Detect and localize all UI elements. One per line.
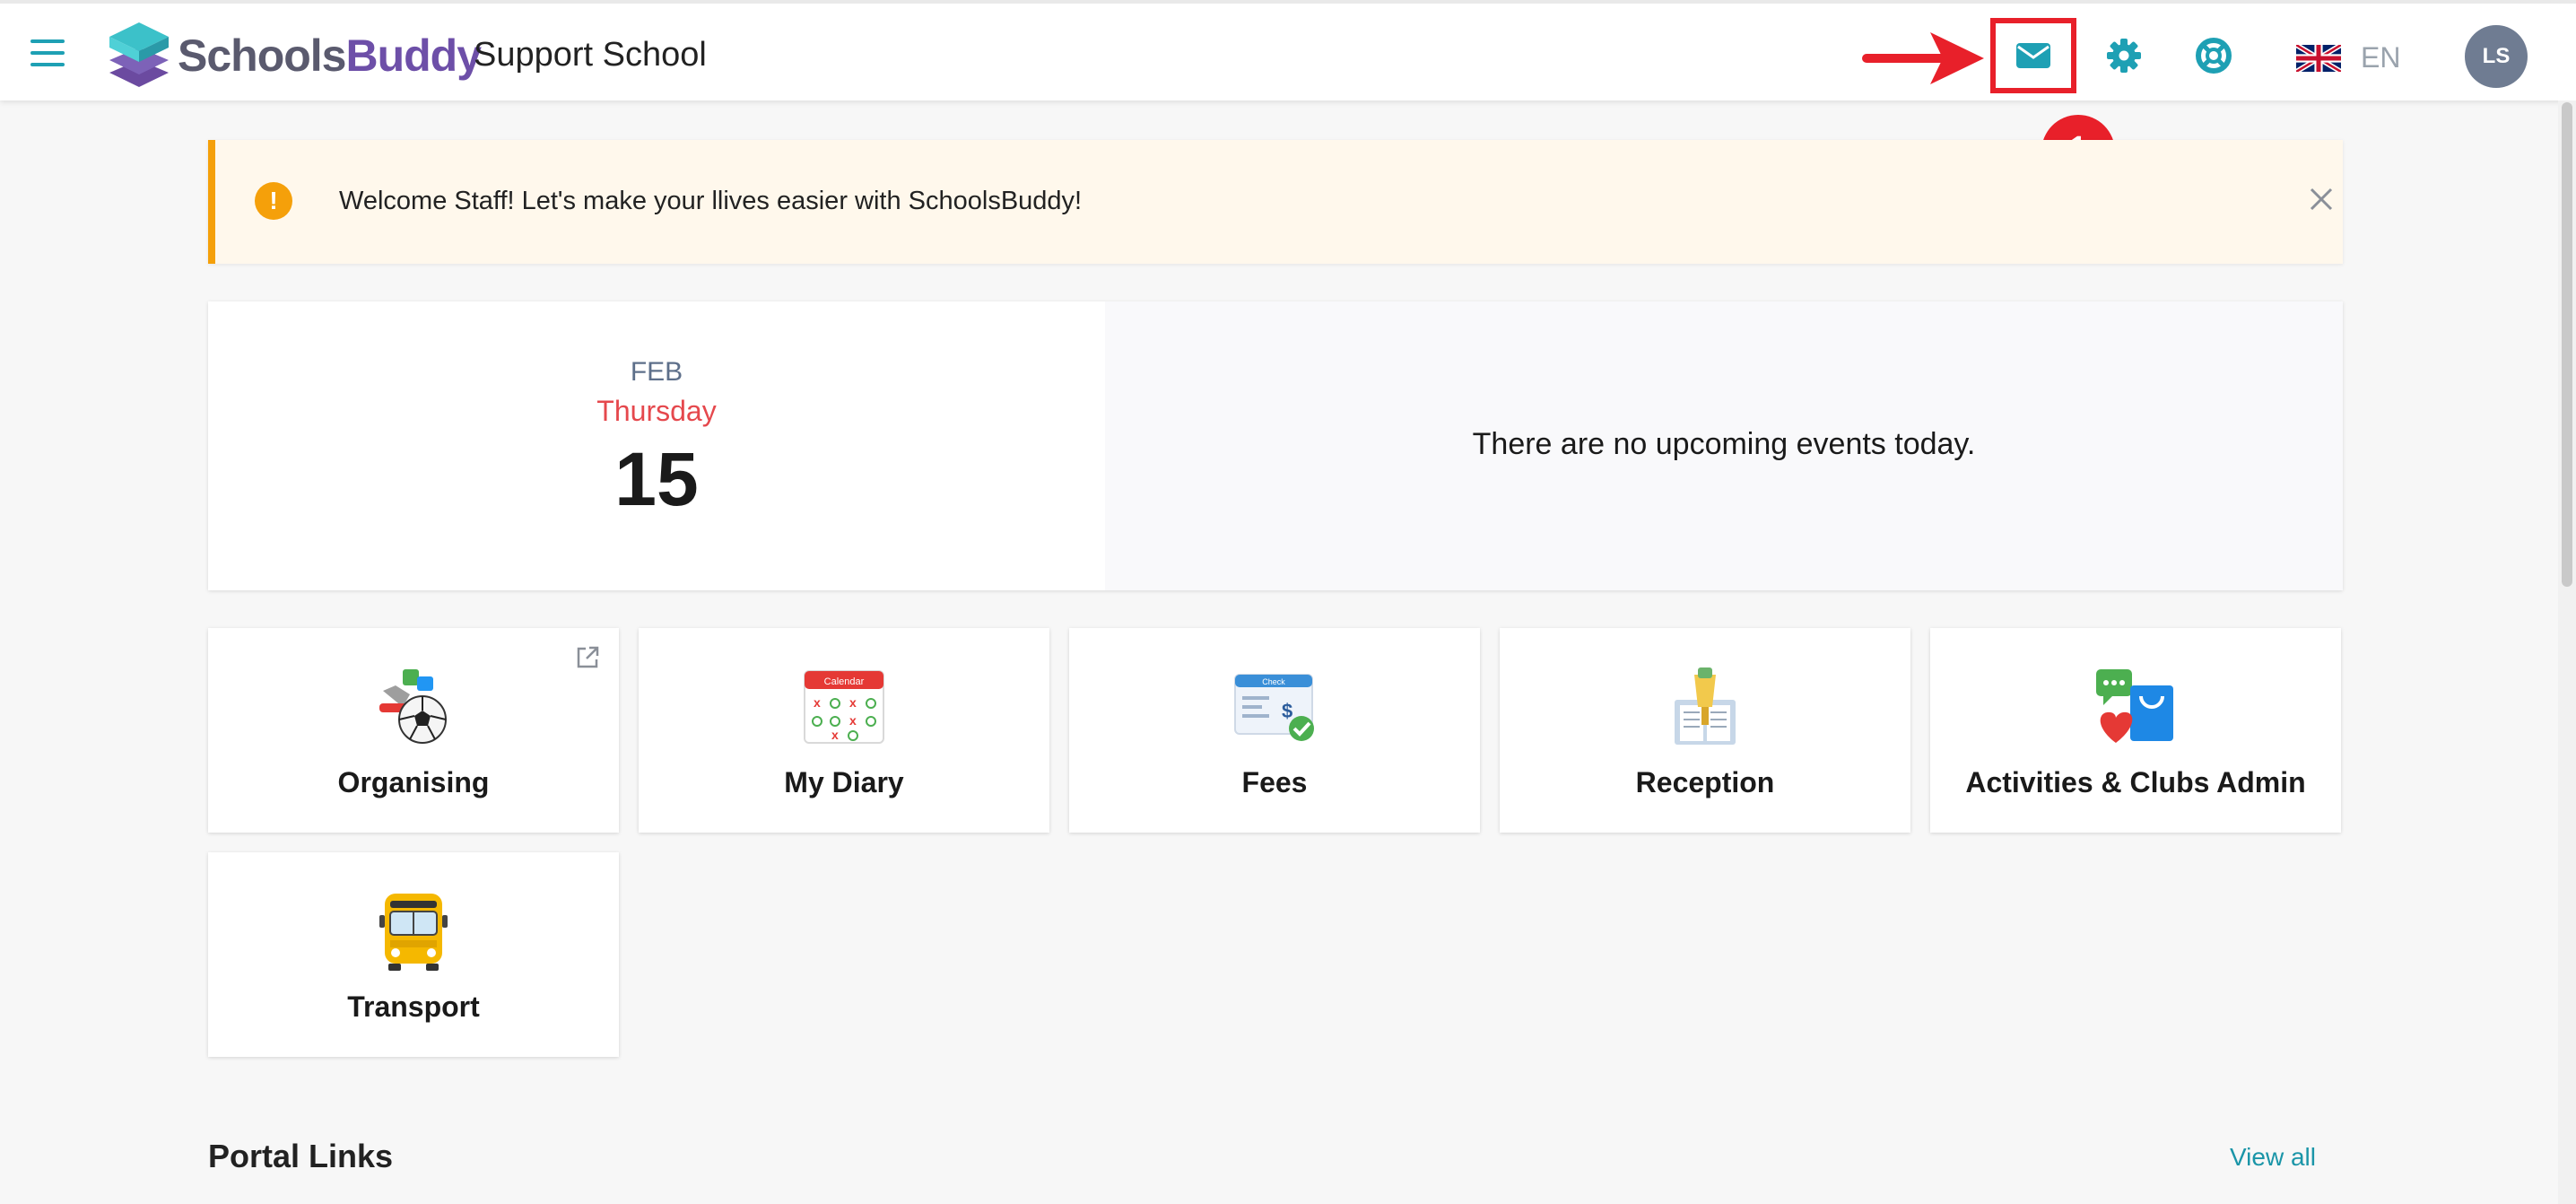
welcome-alert: ! Welcome Staff! Let's make your llives … (208, 140, 2343, 264)
tile-transport[interactable]: Transport (208, 852, 619, 1057)
tile-label: My Diary (784, 766, 904, 798)
organising-icon (379, 669, 447, 744)
uk-flag-icon[interactable] (2296, 45, 2341, 72)
today-card: FEB Thursday 15 There are no upcoming ev… (208, 301, 2343, 590)
svg-text:x: x (831, 728, 839, 742)
annotation-arrow-icon (1862, 32, 1984, 84)
tile-my-diary[interactable]: Calendar x x x x My Diary (639, 628, 1049, 833)
user-avatar[interactable]: LS (2465, 25, 2528, 88)
tile-label: Organising (337, 766, 490, 798)
language-selector[interactable]: EN (2361, 41, 2400, 74)
close-icon[interactable] (2303, 181, 2339, 217)
tile-activities-clubs-admin[interactable]: Activities & Clubs Admin (1930, 628, 2341, 833)
svg-text:x: x (814, 695, 821, 710)
svg-text:x: x (849, 695, 857, 710)
external-link-icon[interactable] (574, 644, 601, 671)
tile-label: Activities & Clubs Admin (1965, 766, 2306, 798)
date-month: FEB (630, 357, 683, 387)
tile-label: Reception (1635, 766, 1775, 798)
tile-fees[interactable]: Check $ Fees (1069, 628, 1480, 833)
events-panel: There are no upcoming events today. (1105, 301, 2343, 590)
tile-label: Fees (1241, 766, 1308, 798)
brand-name-part1: Schools (178, 31, 346, 81)
calendar-icon-caption: Calendar (824, 676, 865, 687)
svg-text:x: x (849, 713, 857, 728)
gear-icon[interactable] (2104, 36, 2144, 75)
bus-icon (379, 894, 448, 971)
brand-name: SchoolsBuddy (178, 30, 482, 82)
messages-button[interactable] (1990, 18, 2076, 93)
lifebuoy-icon[interactable] (2194, 36, 2233, 75)
calendar-icon: Calendar x x x x (804, 670, 884, 744)
reception-icon (1675, 667, 1736, 745)
cheque-icon: Check $ (1234, 674, 1314, 741)
tile-organising[interactable]: Organising (208, 628, 619, 833)
svg-text:$: $ (1282, 700, 1292, 722)
tile-label: Transport (347, 990, 480, 1023)
date-number: 15 (614, 437, 699, 521)
alert-message: Welcome Staff! Let's make your llives ea… (339, 187, 1083, 215)
tile-reception[interactable]: Reception (1500, 628, 1910, 833)
school-name: Support School (474, 36, 707, 74)
date-block: FEB Thursday 15 (208, 301, 1105, 590)
date-weekday: Thursday (596, 395, 717, 427)
menu-icon[interactable] (30, 39, 65, 68)
schoolsbuddy-logo[interactable]: SchoolsBuddy (108, 20, 482, 92)
scrollbar-thumb[interactable] (2562, 102, 2572, 587)
warning-icon: ! (255, 182, 292, 220)
logo-layers-icon (109, 22, 169, 87)
activities-icon (2096, 669, 2173, 743)
brand-name-part2: Buddy (345, 31, 482, 81)
mail-icon (2016, 43, 2050, 68)
cheque-icon-caption: Check (1262, 677, 1285, 686)
top-navigation-bar: SchoolsBuddy Support School EN LS (0, 0, 2576, 100)
no-events-message: There are no upcoming events today. (1472, 427, 1976, 461)
view-all-link[interactable]: View all (2230, 1143, 2316, 1172)
portal-links-heading: Portal Links (208, 1138, 394, 1174)
